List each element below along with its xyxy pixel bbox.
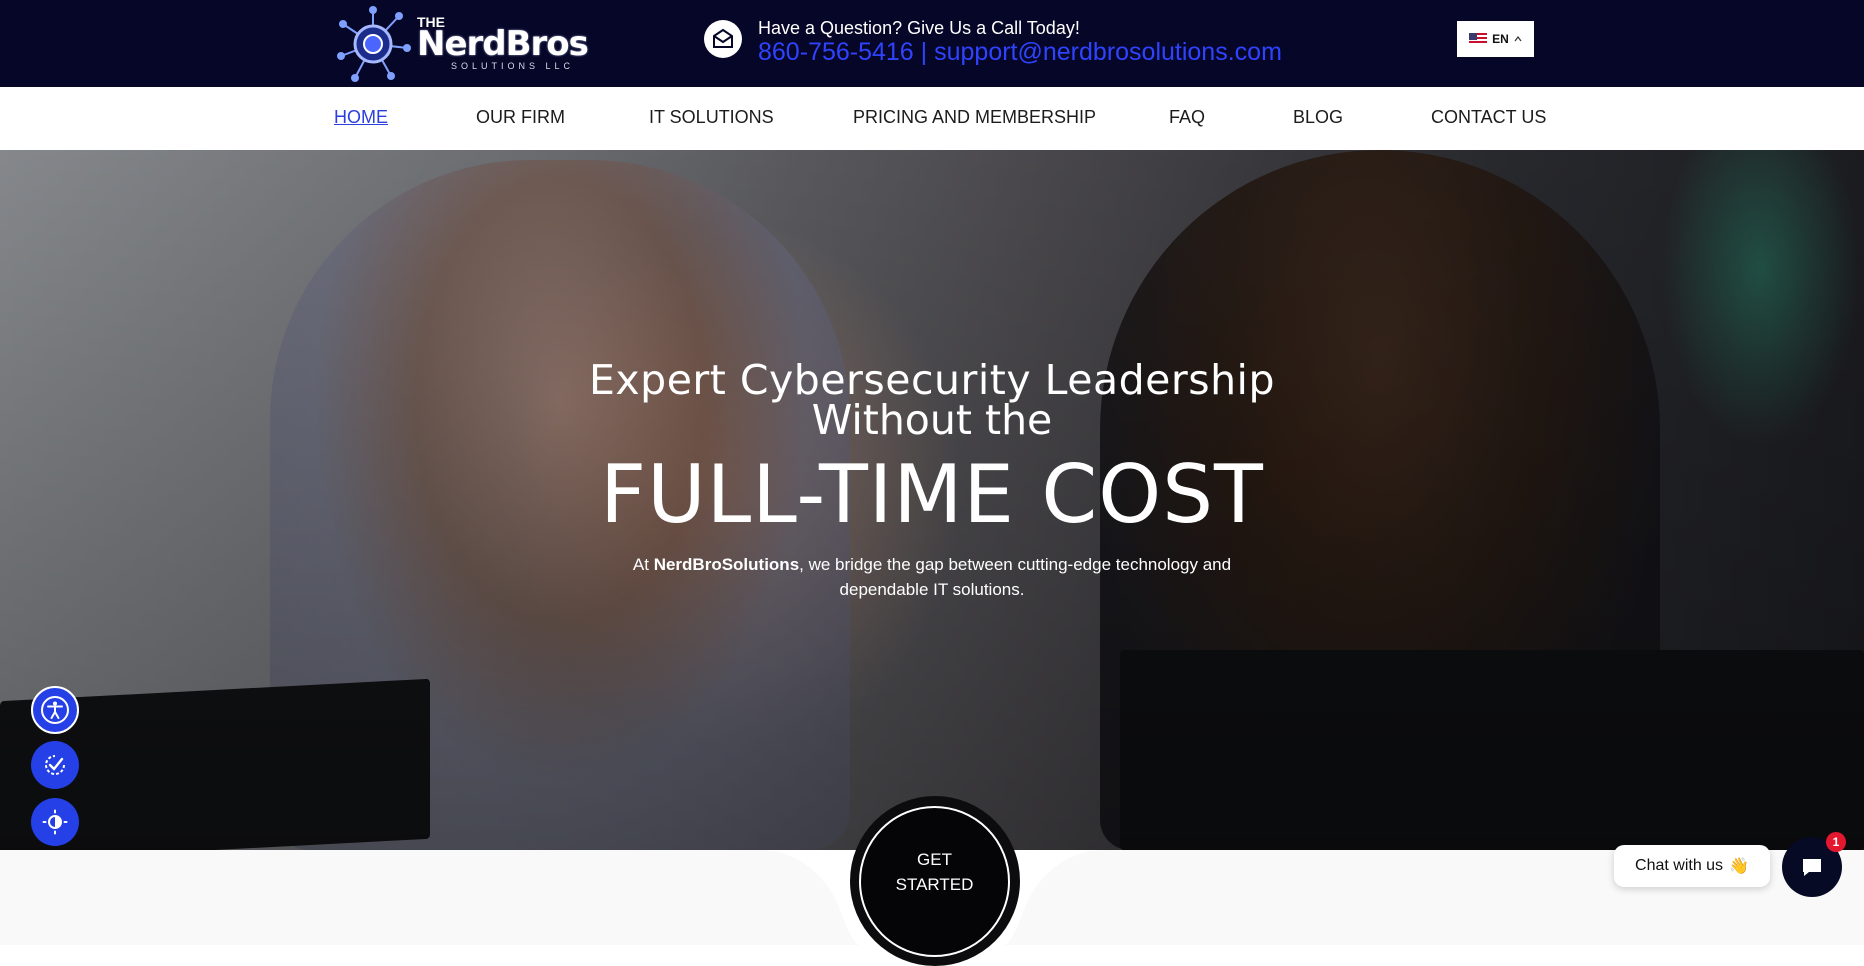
nav-item-home[interactable]: HOME	[334, 107, 388, 128]
site-logo[interactable]: THE NerdBros SOLUTIONS LLC	[333, 4, 603, 84]
chat-bubble-icon	[1803, 859, 1821, 876]
nav-item-contact[interactable]: CONTACT US	[1431, 107, 1546, 128]
reading-check-icon	[45, 755, 65, 775]
us-flag-icon	[1469, 33, 1488, 45]
nav-item-it-solutions[interactable]: IT SOLUTIONS	[649, 107, 774, 128]
mail-icon	[704, 20, 742, 58]
hero-desc-suffix: , we bridge the gap between cutting-edge…	[799, 555, 1232, 599]
email-link[interactable]: support@nerdbrosolutions.com	[934, 38, 1282, 66]
hero-title-line3: FULL-TIME COST	[600, 448, 1264, 541]
hero-desc-brand: NerdBroSolutions	[653, 555, 800, 574]
language-code: EN	[1492, 32, 1509, 46]
nav-item-blog[interactable]: BLOG	[1293, 107, 1343, 128]
contrast-icon	[42, 809, 68, 835]
contact-line: 860-756-5416 | support@nerdbrosolutions.…	[758, 38, 1282, 67]
reading-assist-button[interactable]	[31, 741, 79, 789]
chat-unread-badge: 1	[1826, 832, 1846, 852]
chevron-up-icon	[1514, 36, 1522, 42]
contact-question: Have a Question? Give Us a Call Today!	[758, 18, 1080, 38]
chat-prompt[interactable]: Chat with us 👋	[1614, 845, 1770, 887]
accessibility-button[interactable]	[31, 686, 79, 734]
hero-title-line1: Expert Cybersecurity Leadership	[589, 356, 1275, 404]
chat-label: Chat with us	[1635, 857, 1724, 874]
cta-line2: STARTED	[895, 874, 974, 894]
contrast-button[interactable]	[31, 798, 79, 846]
get-started-button[interactable]: GET STARTED	[859, 806, 1010, 957]
main-nav: HOME OUR FIRM IT SOLUTIONS PRICING AND M…	[0, 87, 1864, 150]
logo-subtitle: SOLUTIONS LLC	[451, 61, 575, 71]
phone-link[interactable]: 860-756-5416	[758, 38, 914, 66]
contact-separator: |	[920, 38, 928, 66]
wave-emoji: 👋	[1729, 858, 1749, 875]
nav-item-pricing[interactable]: PRICING AND MEMBERSHIP	[853, 107, 1096, 128]
logo-emblem-icon	[337, 6, 411, 82]
hero-title-line2: Without the	[811, 396, 1053, 444]
top-bar: THE NerdBros SOLUTIONS LLC Have a Questi…	[0, 0, 1864, 87]
accessibility-icon	[41, 696, 69, 724]
language-selector[interactable]: EN	[1457, 21, 1534, 57]
nav-item-our-firm[interactable]: OUR FIRM	[476, 107, 565, 128]
nav-item-faq[interactable]: FAQ	[1169, 107, 1205, 128]
hero-desc-prefix: At	[632, 555, 654, 574]
logo-wordmark: NerdBros	[417, 24, 589, 64]
hero-description: At NerdBroSolutions, we bridge the gap b…	[600, 552, 1264, 602]
cta-line1: GET	[917, 849, 952, 869]
